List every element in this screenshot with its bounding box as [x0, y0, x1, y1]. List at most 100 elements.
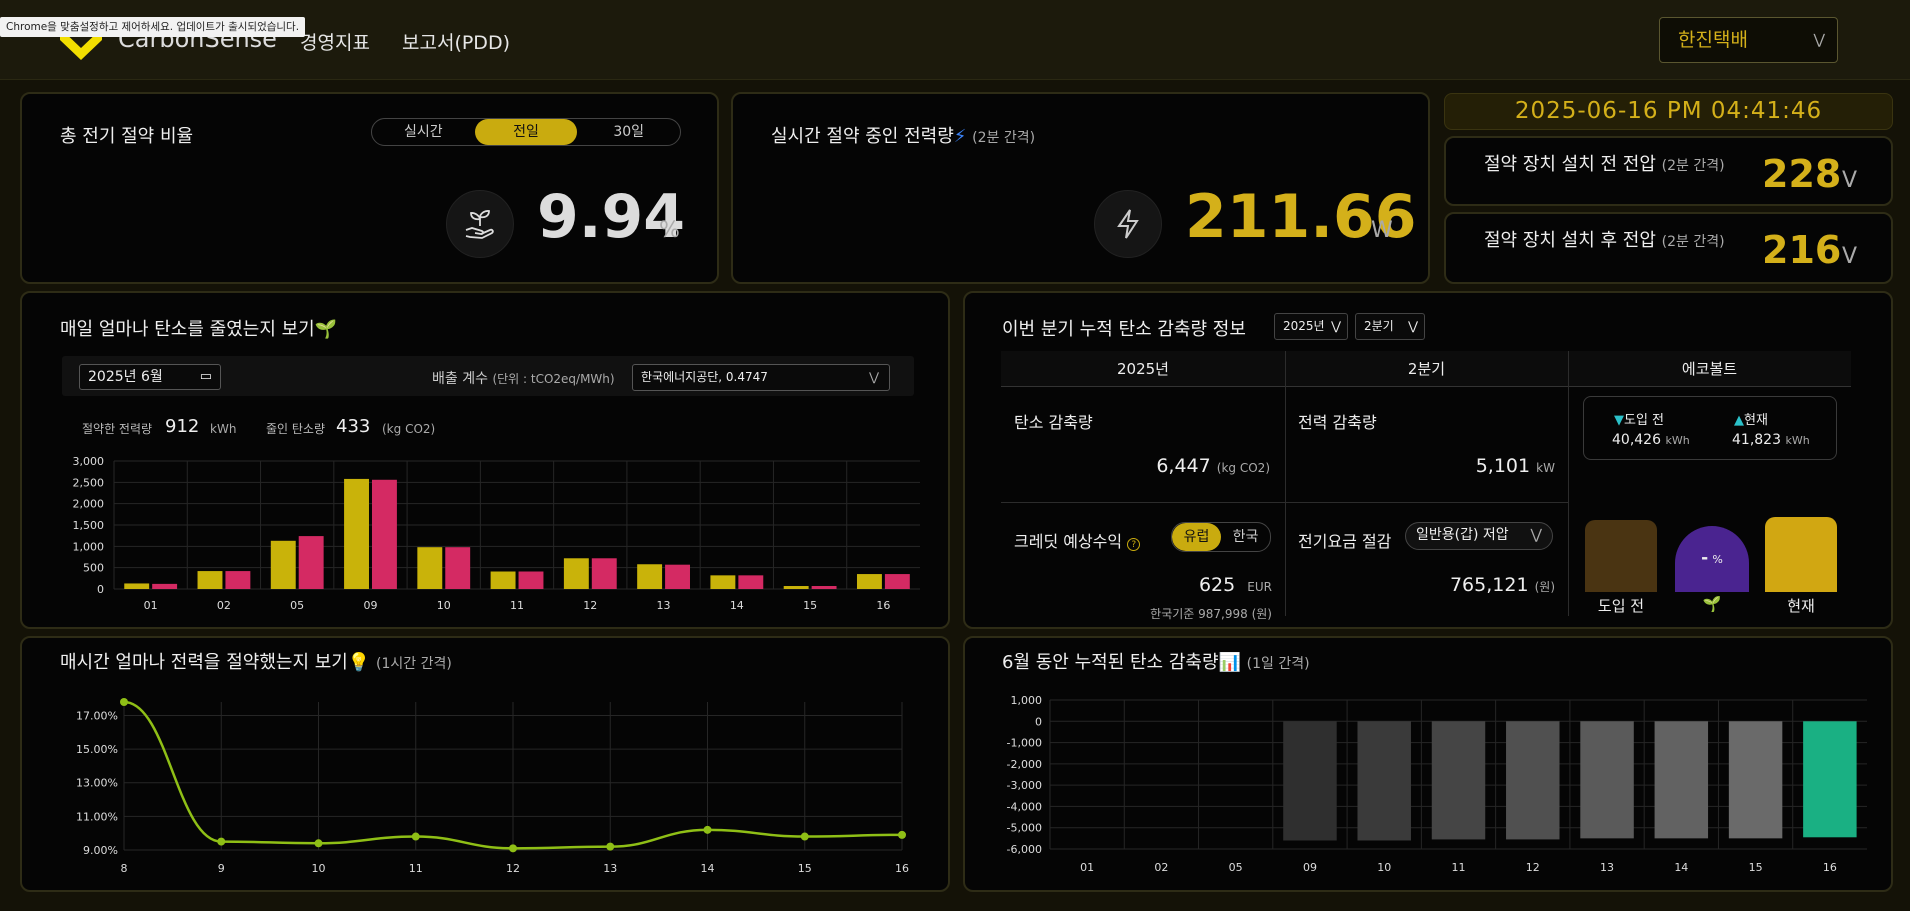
- bar: [1803, 721, 1857, 838]
- bill-saving-value: 765,121: [1449, 574, 1529, 596]
- bar: [152, 583, 178, 589]
- monthly-cumulative-bar-chart: 1,000 0 -1,000 -2,000 -3,000 -4,000 -5,000 -6,0…: [1007, 694, 1867, 874]
- y-tick-label: 2,000: [73, 498, 105, 511]
- bar: [738, 575, 764, 589]
- x-tick-label: 11: [409, 862, 423, 875]
- y-tick-label: 0: [97, 583, 104, 596]
- eco-percent-value: -: [1701, 548, 1709, 568]
- x-tick-label: 09: [1303, 861, 1317, 874]
- eco-before-value-cell: 40,426 kWh: [1612, 432, 1690, 448]
- bar: [563, 558, 589, 589]
- emission-factor-unit: (단위 : tCO2eq/MWh): [492, 372, 615, 386]
- power-reduction-unit: kW: [1536, 461, 1555, 475]
- bar: [225, 571, 251, 589]
- quarter-year-value: 2025년: [1283, 319, 1325, 333]
- x-tick-label: 15: [798, 862, 812, 875]
- x-tick-label: 14: [1674, 861, 1688, 874]
- monthly-cum-title-text: 6월 동안 누적된 탄소 감축량: [1002, 652, 1219, 673]
- data-point: [800, 832, 809, 841]
- bar: [490, 571, 516, 589]
- y-tick-label: 13.00%: [76, 777, 118, 790]
- y-tick-label: -4,000: [1007, 800, 1042, 813]
- eco-before-bar: [1585, 520, 1657, 592]
- bar: [637, 564, 663, 589]
- calendar-icon: ▭: [199, 369, 212, 384]
- credit-region-tabs: 유럽 한국: [1171, 522, 1271, 552]
- hourly-saving-card: 매시간 얼마나 전력을 절약했는지 보기💡 (1시간 간격) 9.00% 11.0…: [20, 636, 950, 892]
- lightbulb-icon: 💡: [347, 652, 371, 673]
- power-reduction-label: 전력 감축량: [1298, 413, 1377, 432]
- voltage-after-card: 절약 장치 설치 후 전압 (2분 간격) 216 V: [1444, 212, 1893, 284]
- data-point: [217, 837, 226, 846]
- credit-unit: EUR: [1247, 580, 1272, 594]
- eco-now-value: 41,823: [1732, 432, 1781, 448]
- y-tick-label: -3,000: [1007, 779, 1042, 792]
- voltage-after-title: 절약 장치 설치 후 전압 (2분 간격): [1484, 226, 1725, 252]
- tab-korea[interactable]: 한국: [1221, 523, 1270, 551]
- bar: [1728, 721, 1783, 839]
- daily-carbon-title: 매일 얼마나 탄소를 줄였는지 보기🌱: [60, 315, 337, 341]
- bar: [710, 575, 736, 589]
- company-select[interactable]: 한진택배 ⋁: [1659, 17, 1838, 63]
- tab-europe[interactable]: 유럽: [1172, 523, 1221, 551]
- x-tick-label: 16: [876, 599, 890, 612]
- eco-now-unit: kWh: [1785, 434, 1810, 447]
- y-tick-label: 1,000: [1011, 694, 1043, 707]
- data-point: [703, 825, 712, 834]
- x-tick-label: 09: [363, 599, 377, 612]
- nav-report-pdd[interactable]: 보고서(PDD): [402, 28, 510, 55]
- chevron-down-icon: ⋁: [1813, 32, 1825, 48]
- bar: [518, 571, 544, 589]
- table-divider: [1001, 502, 1568, 503]
- y-tick-label: 1,500: [73, 519, 105, 532]
- saving-ratio-unit: %: [659, 218, 680, 243]
- bar: [1506, 721, 1560, 840]
- eco-now-bar: [1765, 517, 1837, 592]
- voltage-before-title: 절약 장치 설치 전 전압 (2분 간격): [1484, 150, 1725, 176]
- company-select-value: 한진택배: [1678, 29, 1748, 51]
- voltage-after-value: 216: [1762, 228, 1842, 272]
- x-tick-label: 16: [895, 862, 909, 875]
- quarter-year-select[interactable]: 2025년 ⋁: [1274, 313, 1348, 340]
- reduced-carbon-unit: (kg CO2): [382, 422, 436, 436]
- x-tick-label: 05: [290, 599, 304, 612]
- sprout-icon: 🌱: [314, 319, 338, 340]
- chevron-down-icon: ⋁: [1530, 527, 1542, 543]
- credit-value: 625: [1198, 574, 1236, 596]
- credit-korea-value: 한국기준 987,998 (원): [1150, 607, 1272, 621]
- eco-before-value: 40,426: [1612, 432, 1661, 448]
- x-tick-label: 02: [217, 599, 231, 612]
- realtime-power-card: 실시간 절약 중인 전력량⚡ (2분 간격) 211.66 W: [731, 92, 1430, 284]
- hourly-saving-line-chart: 9.00% 11.00% 13.00% 15.00% 17.00% 8 9 10 11 12 13 1…: [76, 698, 909, 875]
- data-point: [120, 698, 128, 706]
- voltage-before-title-text: 절약 장치 설치 전 전압: [1484, 154, 1656, 175]
- emission-factor-select[interactable]: 한국에너지공단, 0.4747 ⋁: [632, 364, 890, 391]
- x-tick-label: 01: [1080, 861, 1094, 874]
- x-tick-label: 10: [312, 862, 326, 875]
- quarter-select[interactable]: 2분기 ⋁: [1355, 313, 1425, 340]
- y-tick-label: 17.00%: [76, 709, 118, 722]
- hourly-title-text: 매시간 얼마나 전력을 절약했는지 보기: [60, 652, 348, 673]
- tariff-select[interactable]: 일반용(갑) 저압 ⋁: [1405, 522, 1553, 550]
- bar: [1580, 721, 1634, 839]
- help-icon[interactable]: ?: [1127, 538, 1141, 551]
- carbon-reduction-label: 탄소 감축량: [1014, 413, 1093, 432]
- tab-30days[interactable]: 30일: [577, 119, 680, 145]
- nav-management-kpi[interactable]: 경영지표: [300, 28, 370, 55]
- col-header-ecovolt: 에코볼트: [1568, 351, 1851, 387]
- tab-realtime[interactable]: 실시간: [372, 119, 475, 145]
- data-point: [411, 832, 420, 841]
- quarter-select-value: 2분기: [1364, 319, 1394, 333]
- eco-percent-unit: %: [1712, 553, 1723, 566]
- y-tick-label: 3,000: [73, 455, 105, 468]
- realtime-power-title-text: 실시간 절약 중인 전력량: [771, 126, 954, 147]
- lightning-icon: [1094, 190, 1162, 258]
- tab-yesterday[interactable]: 전일: [474, 119, 578, 145]
- x-tick-label: 05: [1229, 861, 1243, 874]
- chevron-down-icon: ⋁: [1331, 319, 1341, 333]
- month-picker[interactable]: 2025년 6월 ▭: [79, 364, 221, 390]
- x-tick-label: 12: [506, 862, 520, 875]
- realtime-power-title: 실시간 절약 중인 전력량⚡ (2분 간격): [771, 122, 1035, 148]
- y-tick-label: 500: [83, 562, 104, 575]
- data-point: [314, 839, 323, 848]
